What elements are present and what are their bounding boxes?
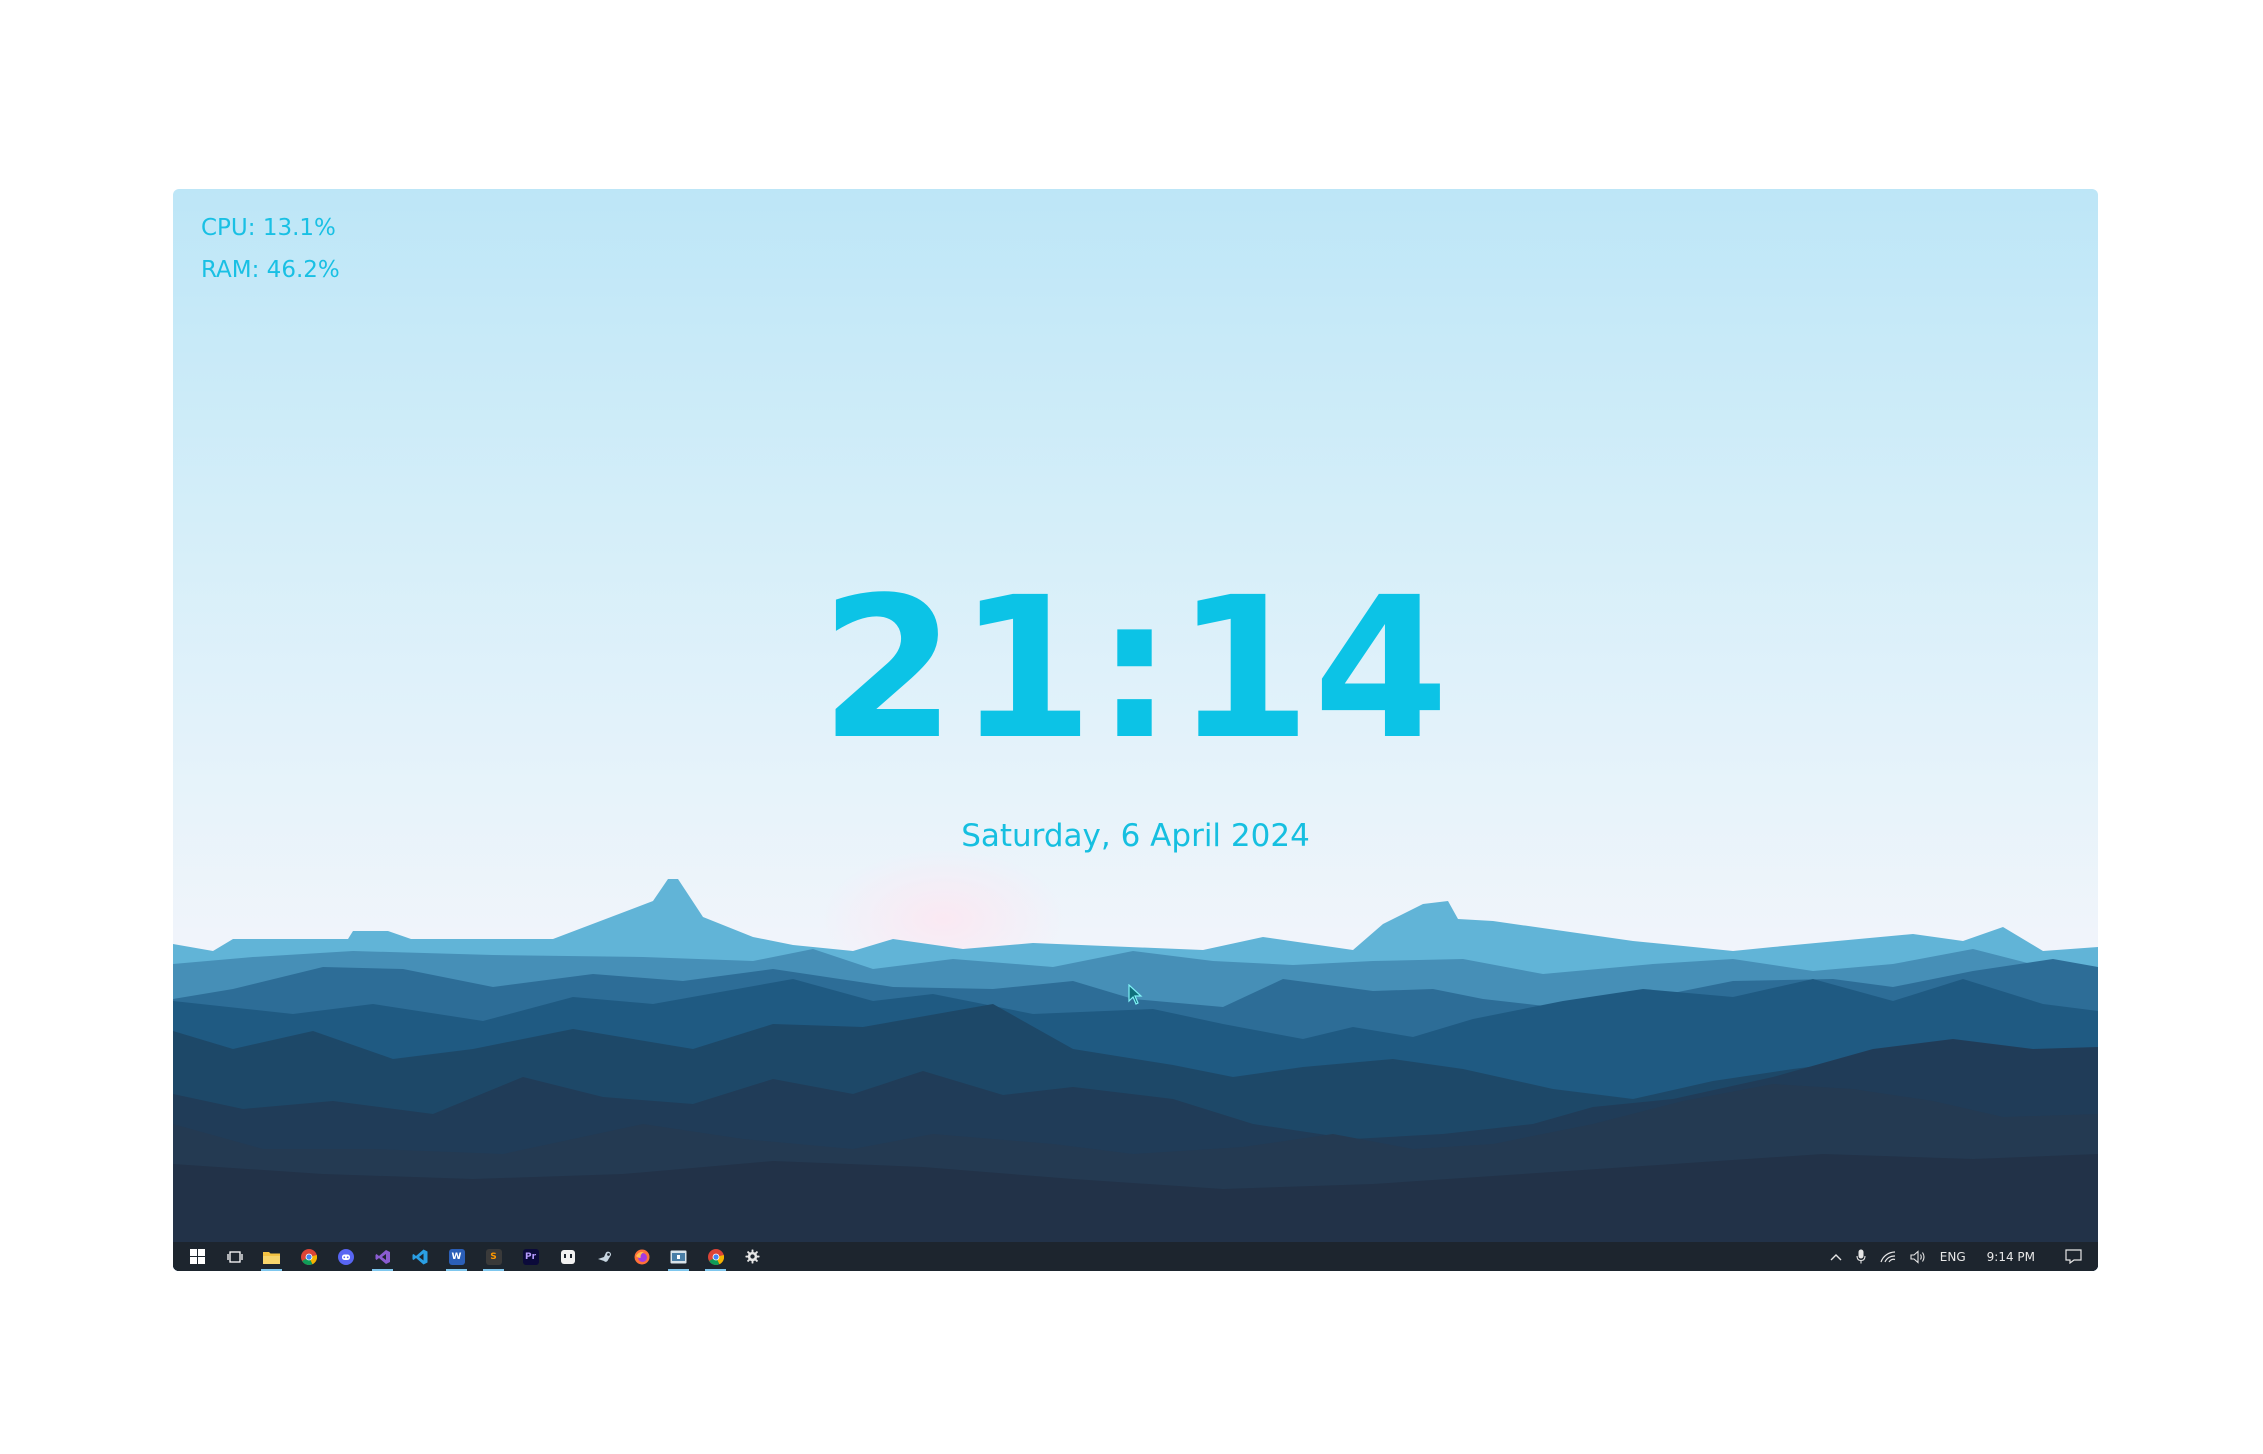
media-icon [670, 1250, 687, 1263]
steam-icon [597, 1251, 611, 1262]
file-explorer-icon [263, 1251, 280, 1264]
vscode-icon [412, 1249, 427, 1264]
chrome-icon [300, 1248, 317, 1265]
taskbar-app-media[interactable] [660, 1242, 697, 1271]
show-hidden-icons-button[interactable] [1823, 1242, 1849, 1271]
taskbar-app-steam[interactable] [586, 1242, 623, 1271]
system-tray: ENG 9:14 PM [1823, 1242, 2098, 1271]
wallpaper-engine-icon [560, 1249, 575, 1264]
taskbar: W S Pr ENG 9:14 PM [173, 1242, 2098, 1271]
taskbar-app-word[interactable]: W [438, 1242, 475, 1271]
visual-studio-icon [375, 1249, 390, 1264]
clock-time: 21:14 [820, 555, 1451, 782]
sublime-icon: S [485, 1248, 502, 1265]
windows-icon [190, 1249, 205, 1264]
task-view-icon [226, 1250, 243, 1263]
volume-icon [1910, 1249, 1925, 1264]
clock-date: Saturday, 6 April 2024 [961, 818, 1310, 854]
premiere-icon: Pr [522, 1248, 539, 1265]
task-view-button[interactable] [216, 1242, 253, 1271]
word-icon: W [448, 1248, 465, 1265]
ram-usage: RAM: 46.2% [201, 257, 340, 283]
microphone-button[interactable] [1849, 1242, 1873, 1271]
wifi-icon [1880, 1251, 1895, 1263]
cpu-usage: CPU: 13.1% [201, 215, 336, 241]
desktop: CPU: 13.1% RAM: 46.2% 21:14 Saturday, 6 … [173, 189, 2098, 1271]
action-center-button[interactable] [2049, 1242, 2098, 1271]
notification-icon [2065, 1249, 2082, 1264]
chrome-icon [707, 1248, 724, 1265]
taskbar-app-chrome[interactable] [290, 1242, 327, 1271]
settings-icon [745, 1249, 760, 1264]
taskbar-app-chrome-2[interactable] [697, 1242, 734, 1271]
input-language-button[interactable]: ENG [1933, 1242, 1973, 1271]
system-stats-widget: CPU: 13.1% RAM: 46.2% [201, 207, 340, 291]
mouse-cursor-icon [1128, 984, 1143, 1005]
taskbar-app-settings[interactable] [734, 1242, 771, 1271]
chevron-up-icon [1830, 1253, 1842, 1260]
taskbar-app-file-explorer[interactable] [253, 1242, 290, 1271]
discord-icon [337, 1248, 354, 1265]
taskbar-app-premiere[interactable]: Pr [512, 1242, 549, 1271]
taskbar-app-vscode[interactable] [401, 1242, 438, 1271]
taskbar-app-discord[interactable] [327, 1242, 364, 1271]
taskbar-app-firefox[interactable] [623, 1242, 660, 1271]
taskbar-app-wallpaper-engine[interactable] [549, 1242, 586, 1271]
taskbar-pinned-apps: W S Pr [173, 1242, 771, 1271]
volume-button[interactable] [1903, 1242, 1933, 1271]
taskbar-app-sublime[interactable]: S [475, 1242, 512, 1271]
microphone-icon [1856, 1249, 1866, 1264]
taskbar-app-visual-studio[interactable] [364, 1242, 401, 1271]
start-button[interactable] [179, 1242, 216, 1271]
network-button[interactable] [1873, 1242, 1903, 1271]
taskbar-clock[interactable]: 9:14 PM [1973, 1242, 2049, 1271]
firefox-icon [634, 1249, 649, 1264]
